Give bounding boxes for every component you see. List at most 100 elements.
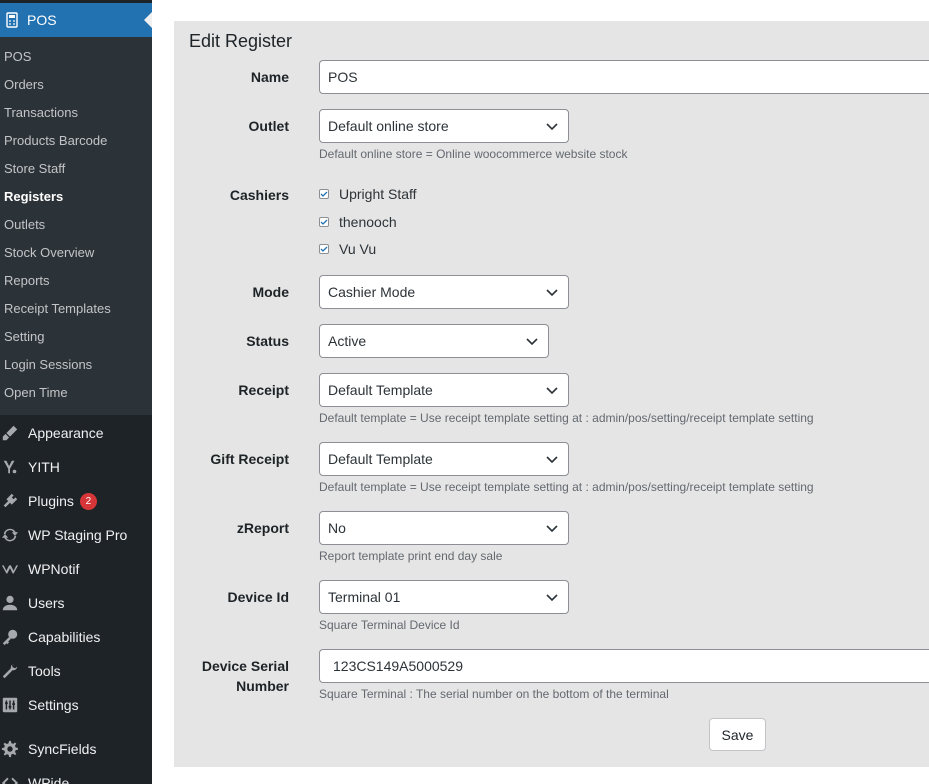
submenu-item-reports[interactable]: Reports bbox=[0, 267, 152, 295]
device-id-label: Device Id bbox=[227, 589, 289, 605]
sidebar-item-pos-current[interactable]: POS bbox=[0, 3, 152, 37]
save-button[interactable]: Save bbox=[709, 718, 766, 751]
submenu-item-orders[interactable]: Orders bbox=[0, 71, 152, 99]
gift-receipt-description: Default template = Use receipt template … bbox=[319, 480, 814, 494]
submenu-item-open-time[interactable]: Open Time bbox=[0, 379, 152, 407]
wrench-icon bbox=[0, 661, 20, 681]
submenu-item-registers[interactable]: Registers bbox=[0, 183, 152, 211]
sidebar-current-label: POS bbox=[27, 12, 57, 28]
outlet-select[interactable]: Default online store bbox=[319, 109, 569, 143]
current-menu-arrow bbox=[144, 12, 152, 28]
cashier-checkbox[interactable] bbox=[319, 217, 329, 227]
menu-label: SyncFields bbox=[28, 741, 97, 757]
menu-item-tools[interactable]: Tools bbox=[0, 654, 152, 688]
cashier-option[interactable]: Vu Vu bbox=[319, 241, 376, 257]
zreport-selected-value: No bbox=[328, 520, 346, 536]
outlet-label: Outlet bbox=[248, 118, 289, 134]
mode-label: Mode bbox=[252, 284, 289, 300]
menu-item-wpnotif[interactable]: WPNotif bbox=[0, 552, 152, 586]
chevron-down-icon bbox=[546, 594, 558, 602]
submenu-item-receipt-templates[interactable]: Receipt Templates bbox=[0, 295, 152, 323]
receipt-selected-value: Default Template bbox=[328, 382, 433, 398]
cashiers-label: Cashiers bbox=[229, 187, 289, 203]
submenu-item-setting[interactable]: Setting bbox=[0, 323, 152, 351]
status-select[interactable]: Active bbox=[319, 324, 549, 358]
status-selected-value: Active bbox=[328, 333, 367, 349]
cashier-option[interactable]: thenooch bbox=[319, 214, 397, 230]
name-input[interactable]: POS bbox=[319, 60, 929, 94]
admin-menu: Appearance YITH Plugins 2 WP Staging Pro… bbox=[0, 416, 152, 784]
menu-item-wpide[interactable]: WPide bbox=[0, 766, 152, 784]
chevron-down-icon bbox=[546, 456, 558, 464]
menu-label: Plugins bbox=[28, 493, 74, 509]
wpnotif-icon bbox=[0, 559, 20, 579]
menu-item-appearance[interactable]: Appearance bbox=[0, 416, 152, 450]
outlet-description: Default online store = Online woocommerc… bbox=[319, 147, 628, 161]
receipt-description: Default template = Use receipt template … bbox=[319, 411, 814, 425]
code-icon bbox=[0, 773, 20, 784]
chevron-down-icon bbox=[526, 338, 538, 346]
submenu-item-products-barcode[interactable]: Products Barcode bbox=[0, 127, 152, 155]
checkmark-icon bbox=[320, 246, 328, 252]
checkmark-icon bbox=[320, 219, 328, 225]
device-serial-label-line2: Number bbox=[236, 678, 289, 694]
submenu-item-transactions[interactable]: Transactions bbox=[0, 99, 152, 127]
submenu-item-pos[interactable]: POS bbox=[0, 43, 152, 71]
submenu-item-store-staff[interactable]: Store Staff bbox=[0, 155, 152, 183]
device-id-description: Square Terminal Device Id bbox=[319, 618, 460, 632]
menu-item-yith[interactable]: YITH bbox=[0, 450, 152, 484]
menu-item-plugins[interactable]: Plugins 2 bbox=[0, 484, 152, 518]
name-label: Name bbox=[250, 69, 289, 85]
device-serial-label-line1: Device Serial bbox=[201, 658, 289, 674]
device-id-selected-value: Terminal 01 bbox=[328, 589, 401, 605]
checkmark-icon bbox=[320, 191, 328, 197]
plugins-update-badge: 2 bbox=[79, 492, 97, 510]
menu-label: Settings bbox=[28, 697, 79, 713]
yith-icon bbox=[0, 457, 20, 477]
menu-item-capabilities[interactable]: Capabilities bbox=[0, 620, 152, 654]
mode-select[interactable]: Cashier Mode bbox=[319, 275, 569, 309]
status-label: Status bbox=[246, 333, 289, 349]
sync-icon bbox=[0, 525, 20, 545]
pos-submenu: POS Orders Transactions Products Barcode… bbox=[0, 37, 152, 415]
menu-label: Users bbox=[28, 595, 65, 611]
key-icon bbox=[0, 627, 20, 647]
zreport-select[interactable]: No bbox=[319, 511, 569, 545]
cashier-name: thenooch bbox=[339, 214, 397, 230]
menu-item-syncfields[interactable]: SyncFields bbox=[0, 732, 152, 766]
menu-item-wp-staging-pro[interactable]: WP Staging Pro bbox=[0, 518, 152, 552]
cashier-checkbox[interactable] bbox=[319, 244, 329, 254]
device-id-select[interactable]: Terminal 01 bbox=[319, 580, 569, 614]
receipt-select[interactable]: Default Template bbox=[319, 373, 569, 407]
submenu-item-outlets[interactable]: Outlets bbox=[0, 211, 152, 239]
gift-receipt-select[interactable]: Default Template bbox=[319, 442, 569, 476]
menu-label: WPNotif bbox=[28, 561, 80, 577]
page-title: Edit Register bbox=[189, 31, 293, 51]
menu-label: YITH bbox=[28, 459, 60, 475]
receipt-label: Receipt bbox=[238, 382, 289, 398]
cashier-checkbox[interactable] bbox=[319, 189, 329, 199]
menu-label: Tools bbox=[28, 663, 61, 679]
paintbrush-icon bbox=[0, 423, 20, 443]
chevron-down-icon bbox=[546, 525, 558, 533]
admin-sidebar: POS POS Orders Transactions Products Bar… bbox=[0, 0, 152, 784]
pos-terminal-icon bbox=[5, 12, 19, 28]
cashier-option[interactable]: Upright Staff bbox=[319, 186, 417, 202]
user-icon bbox=[0, 593, 20, 613]
device-serial-input[interactable]: 123CS149A5000529 bbox=[319, 649, 929, 683]
zreport-label: zReport bbox=[236, 520, 289, 536]
mode-selected-value: Cashier Mode bbox=[328, 284, 416, 300]
outlet-selected-value: Default online store bbox=[328, 118, 449, 134]
menu-label: WPide bbox=[28, 775, 70, 784]
gift-receipt-label: Gift Receipt bbox=[210, 451, 289, 467]
chevron-down-icon bbox=[546, 123, 558, 131]
chevron-down-icon bbox=[546, 289, 558, 297]
cashier-name: Vu Vu bbox=[339, 241, 377, 257]
submenu-item-login-sessions[interactable]: Login Sessions bbox=[0, 351, 152, 379]
menu-label: WP Staging Pro bbox=[28, 527, 128, 543]
submenu-item-stock-overview[interactable]: Stock Overview bbox=[0, 239, 152, 267]
zreport-description: Report template print end day sale bbox=[319, 549, 503, 563]
menu-item-settings[interactable]: Settings bbox=[0, 688, 152, 722]
chevron-down-icon bbox=[546, 387, 558, 395]
menu-item-users[interactable]: Users bbox=[0, 586, 152, 620]
